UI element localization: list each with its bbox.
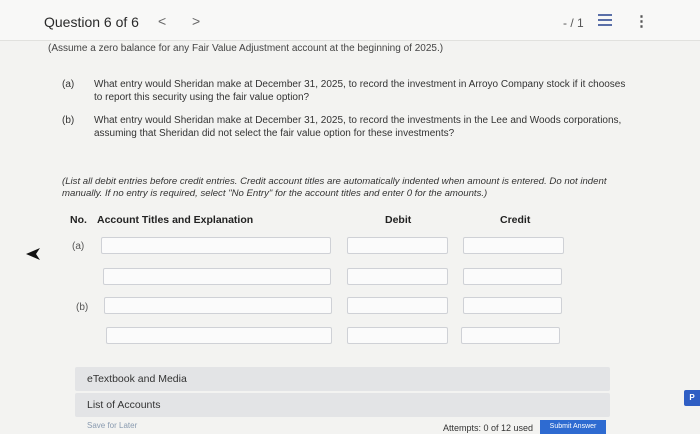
part-text: What entry would Sheridan make at Decemb…	[94, 79, 626, 103]
mouse-cursor-icon	[26, 248, 40, 260]
credit-input[interactable]	[461, 327, 560, 344]
next-question-button[interactable]: >	[192, 13, 200, 29]
account-title-input[interactable]	[103, 268, 331, 285]
question-context-text: (Assume a zero balance for any Fair Valu…	[48, 43, 444, 54]
column-header-account: Account Titles and Explanation	[97, 214, 254, 226]
list-of-accounts-link[interactable]: List of Accounts	[75, 393, 610, 417]
credit-input[interactable]	[463, 297, 562, 314]
etextbook-media-link[interactable]: eTextbook and Media	[75, 367, 610, 391]
part-label: (b)	[62, 115, 75, 126]
question-list-icon[interactable]	[598, 14, 612, 26]
more-options-icon[interactable]: ⋮	[634, 12, 649, 30]
side-panel-badge[interactable]: P	[684, 390, 700, 406]
question-part-a: (a) What entry would Sheridan make at De…	[62, 78, 642, 108]
question-part-b: (b) What entry would Sheridan make at De…	[62, 114, 642, 144]
question-title: Question 6 of 6	[44, 14, 139, 30]
debit-input[interactable]	[347, 327, 448, 344]
debit-input[interactable]	[347, 268, 448, 285]
previous-question-button[interactable]: <	[158, 13, 166, 29]
entry-instructions: (List all debit entries before credit en…	[62, 176, 607, 199]
entry-label-a: (a)	[72, 241, 85, 252]
column-header-no: No.	[70, 214, 87, 226]
save-for-later-button[interactable]: Save for Later	[87, 421, 137, 430]
account-title-input[interactable]	[104, 297, 332, 314]
credit-input[interactable]	[463, 237, 564, 254]
score-display: - / 1	[563, 16, 584, 30]
part-text: What entry would Sheridan make at Decemb…	[94, 115, 622, 139]
part-label: (a)	[62, 79, 75, 90]
etextbook-label: eTextbook and Media	[87, 373, 187, 385]
entry-label-b: (b)	[76, 302, 89, 313]
account-title-input[interactable]	[101, 237, 331, 254]
account-title-input[interactable]	[106, 327, 332, 344]
list-of-accounts-label: List of Accounts	[87, 399, 161, 411]
column-header-credit: Credit	[500, 214, 531, 226]
question-header: Question 6 of 6 < > - / 1 ⋮	[0, 0, 700, 41]
credit-input[interactable]	[463, 268, 562, 285]
debit-input[interactable]	[347, 237, 448, 254]
debit-input[interactable]	[347, 297, 448, 314]
column-header-debit: Debit	[385, 214, 412, 226]
